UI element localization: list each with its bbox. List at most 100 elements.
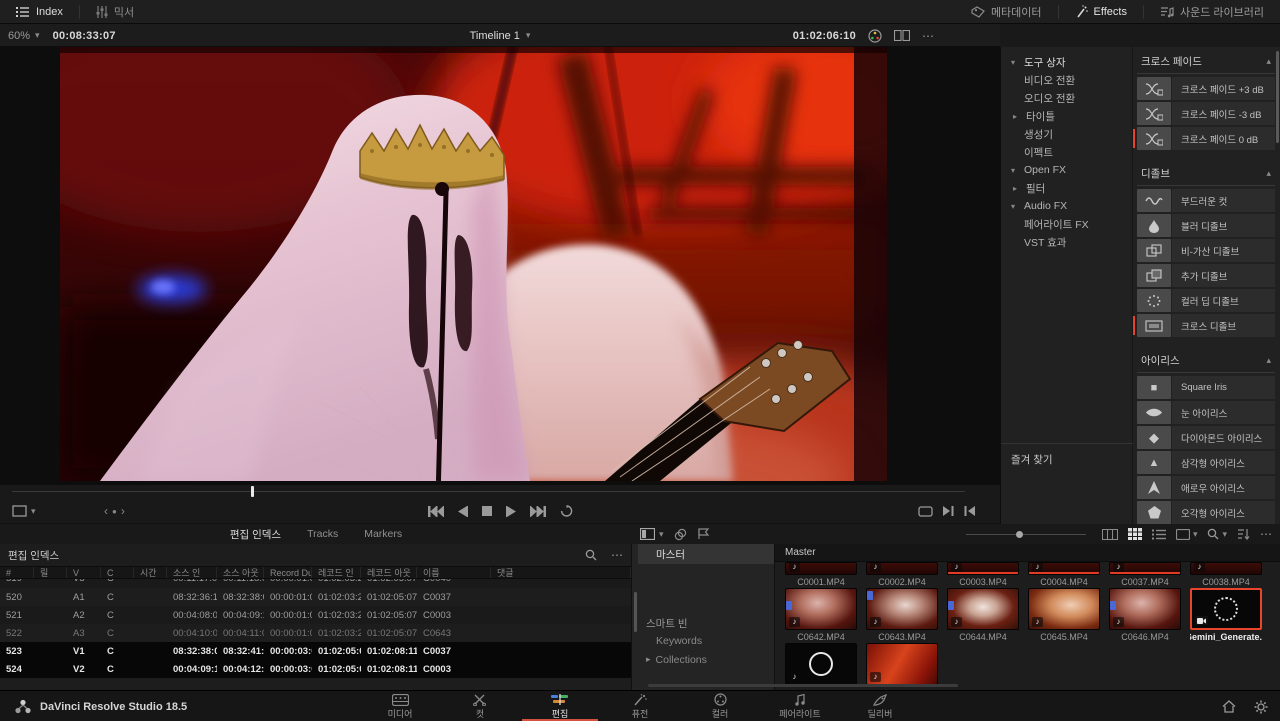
effects-list-scrollbar[interactable] (1276, 51, 1279, 143)
jog-right-icon[interactable]: › (121, 504, 125, 518)
color-viewer-icon[interactable] (868, 29, 882, 43)
bin-scrollbar[interactable] (634, 592, 637, 632)
overlay-chevron-down-icon[interactable]: ▾ (31, 506, 36, 517)
effect-item-additive-dissolve[interactable]: 추가 디졸브 (1137, 264, 1275, 287)
table-row[interactable]: 520A1C08:32:36:1808:32:38:0200:00:01:080… (0, 588, 631, 606)
effect-item-dip-to-color[interactable]: 컬러 딥 디졸브 (1137, 289, 1275, 312)
tree-item-video-transitions[interactable]: 비디오 전환 (1001, 71, 1132, 89)
media-pool-horizontal-scrollbar[interactable] (648, 684, 958, 687)
tree-item-audio-transitions[interactable]: 오디오 전환 (1001, 89, 1132, 107)
play-button[interactable] (506, 506, 516, 517)
effect-item-square-iris[interactable]: ■ Square Iris (1137, 376, 1275, 399)
effects-button[interactable]: Effects (1069, 0, 1133, 24)
media-clip[interactable]: ♪ C0037.MP4 (1109, 562, 1181, 588)
table-row-selected[interactable]: 523V1C08:32:38:0208:32:41:0600:00:03:040… (0, 642, 631, 660)
tree-item-filter[interactable]: ▸필터 (1001, 179, 1132, 197)
sound-library-button[interactable]: 사운드 라이브러리 (1154, 0, 1270, 24)
effect-item-cross-dissolve[interactable]: 크로스 디졸브 (1137, 314, 1275, 337)
tree-item-favorites[interactable]: 즐겨 찾기 (1001, 450, 1133, 468)
effect-item-crossfade-plus3[interactable]: 크로스 페이드 +3 dB (1137, 77, 1275, 100)
media-clip[interactable]: ♪ C0645.MP4 (1028, 588, 1100, 643)
tree-item-openfx[interactable]: ▾Open FX (1001, 161, 1132, 179)
video-frame[interactable] (60, 47, 887, 481)
page-fairlight[interactable]: 페어라이트 (760, 691, 840, 721)
chevron-up-icon[interactable]: ▴ (1266, 355, 1271, 366)
previous-edit-icon[interactable] (964, 506, 975, 516)
media-clip-selected[interactable]: Gemini_Generate... (1190, 588, 1262, 643)
metadata-button[interactable]: 메타데이터 (965, 0, 1048, 24)
media-clip[interactable]: ♪ C0644.MP4 (947, 588, 1019, 643)
project-home-icon[interactable] (1222, 700, 1236, 713)
last-frame-button[interactable] (530, 506, 546, 517)
effect-item-smooth-cut[interactable]: 부드러운 컷 (1137, 189, 1275, 212)
sort-order-icon[interactable] (1237, 528, 1250, 540)
media-clip[interactable]: ♪ C0646.MP4 (1109, 588, 1181, 643)
jog-wheel-icon[interactable]: ● (112, 507, 117, 516)
section-header-crossfade[interactable]: 크로스 페이드▴ (1137, 49, 1275, 74)
tree-item-vst[interactable]: VST 효과 (1001, 233, 1132, 251)
tree-item-titles[interactable]: ▸타이틀 (1001, 107, 1132, 125)
stop-button[interactable] (482, 506, 492, 516)
effect-item-blur-dissolve[interactable]: 블러 디졸브 (1137, 214, 1275, 237)
tab-edit-index[interactable]: 편집 인덱스 (228, 525, 283, 544)
page-deliver[interactable]: 딜리버 (840, 691, 920, 721)
usage-link-icon[interactable] (674, 528, 687, 541)
tree-item-effects[interactable]: 이펙트 (1001, 143, 1132, 161)
table-row-selected[interactable]: 524V2C00:04:09:1400:04:12:1800:00:03:040… (0, 660, 631, 678)
timeline-name[interactable]: Timeline 1 (470, 30, 520, 42)
bin-list-toggle-icon[interactable] (640, 528, 655, 540)
dual-viewer-icon[interactable] (894, 30, 910, 41)
media-clip[interactable]: ♪ (866, 643, 938, 685)
thumbnail-size-slider[interactable] (966, 534, 1086, 535)
play-reverse-button[interactable] (458, 506, 468, 517)
bin-list-chevron-down-icon[interactable]: ▾ (659, 529, 664, 540)
scrubber-track[interactable] (12, 491, 965, 492)
zoom-chevron-down-icon[interactable]: ▾ (35, 30, 40, 41)
bin-item-master[interactable]: 마스터 (638, 544, 774, 564)
viewer-options-icon[interactable]: ⋯ (922, 29, 934, 43)
settings-gear-icon[interactable] (1254, 700, 1268, 714)
table-row[interactable]: 522A3C00:04:10:0100:04:11:0900:00:01:080… (0, 624, 631, 642)
page-fusion[interactable]: 퓨전 (600, 691, 680, 721)
effect-item-diamond-iris[interactable]: ◆ 다이아몬드 아이리스 (1137, 426, 1275, 449)
smart-bins-header[interactable]: 스마트 빈 (632, 616, 774, 631)
table-row[interactable]: 521A2C00:04:08:0600:04:09:1400:00:01:080… (0, 606, 631, 624)
timeline-chevron-down-icon[interactable]: ▾ (526, 30, 531, 41)
tree-item-generators[interactable]: 생성기 (1001, 125, 1132, 143)
flag-filter-icon[interactable] (697, 528, 710, 540)
next-edit-icon[interactable] (943, 506, 954, 516)
tree-item-fairlight-fx[interactable]: 페어라이트 FX (1001, 215, 1132, 233)
tree-item-audiofx[interactable]: ▾Audio FX (1001, 197, 1132, 215)
media-clip[interactable]: ♪ C0002.MP4 (866, 562, 938, 588)
page-cut[interactable]: 컷 (440, 691, 520, 721)
index-button[interactable]: Index (10, 0, 69, 24)
effect-item-crossfade-0[interactable]: 크로스 페이드 0 dB (1137, 127, 1275, 150)
tab-markers[interactable]: Markers (362, 526, 404, 542)
media-clip[interactable]: ♪ C0001.MP4 (785, 562, 857, 588)
media-clip[interactable]: ♪ C0643.MP4 (866, 588, 938, 643)
viewer-zoom-select[interactable]: 60% (8, 30, 30, 42)
pool-options-icon[interactable]: ⋯ (1260, 527, 1272, 541)
mixer-button[interactable]: 믹서 (90, 0, 140, 24)
search-button[interactable]: ▾ (1207, 528, 1227, 540)
thumbnail-view-icon[interactable] (1128, 528, 1142, 540)
match-frame-icon[interactable] (918, 506, 933, 517)
chevron-up-icon[interactable]: ▴ (1266, 168, 1271, 179)
loop-button[interactable] (560, 505, 573, 517)
page-color[interactable]: 컬러 (680, 691, 760, 721)
list-view-icon[interactable] (1152, 529, 1166, 540)
page-edit[interactable]: 편집 (520, 691, 600, 721)
table-row[interactable]: 519V3C00:11:17:0000:11:18:0800:00:01:080… (0, 579, 631, 588)
slider-handle[interactable] (1016, 531, 1023, 538)
effect-item-non-additive-dissolve[interactable]: 비-가산 디졸브 (1137, 239, 1275, 262)
jog-left-icon[interactable]: ‹ (104, 504, 108, 518)
effect-item-crossfade-minus3[interactable]: 크로스 페이드 -3 dB (1137, 102, 1275, 125)
media-clip[interactable]: ♪ C0004.MP4 (1028, 562, 1100, 588)
viewer-overlay-icon[interactable] (12, 505, 27, 517)
edit-index-search-icon[interactable] (585, 549, 597, 561)
media-clip[interactable]: ♪ C0003.MP4 (947, 562, 1019, 588)
edit-index-options-icon[interactable]: ⋯ (611, 548, 623, 562)
effect-item-eye-iris[interactable]: 눈 아이리스 (1137, 401, 1275, 424)
chevron-up-icon[interactable]: ▴ (1266, 56, 1271, 67)
section-header-dissolve[interactable]: 디졸브▴ (1137, 161, 1275, 186)
